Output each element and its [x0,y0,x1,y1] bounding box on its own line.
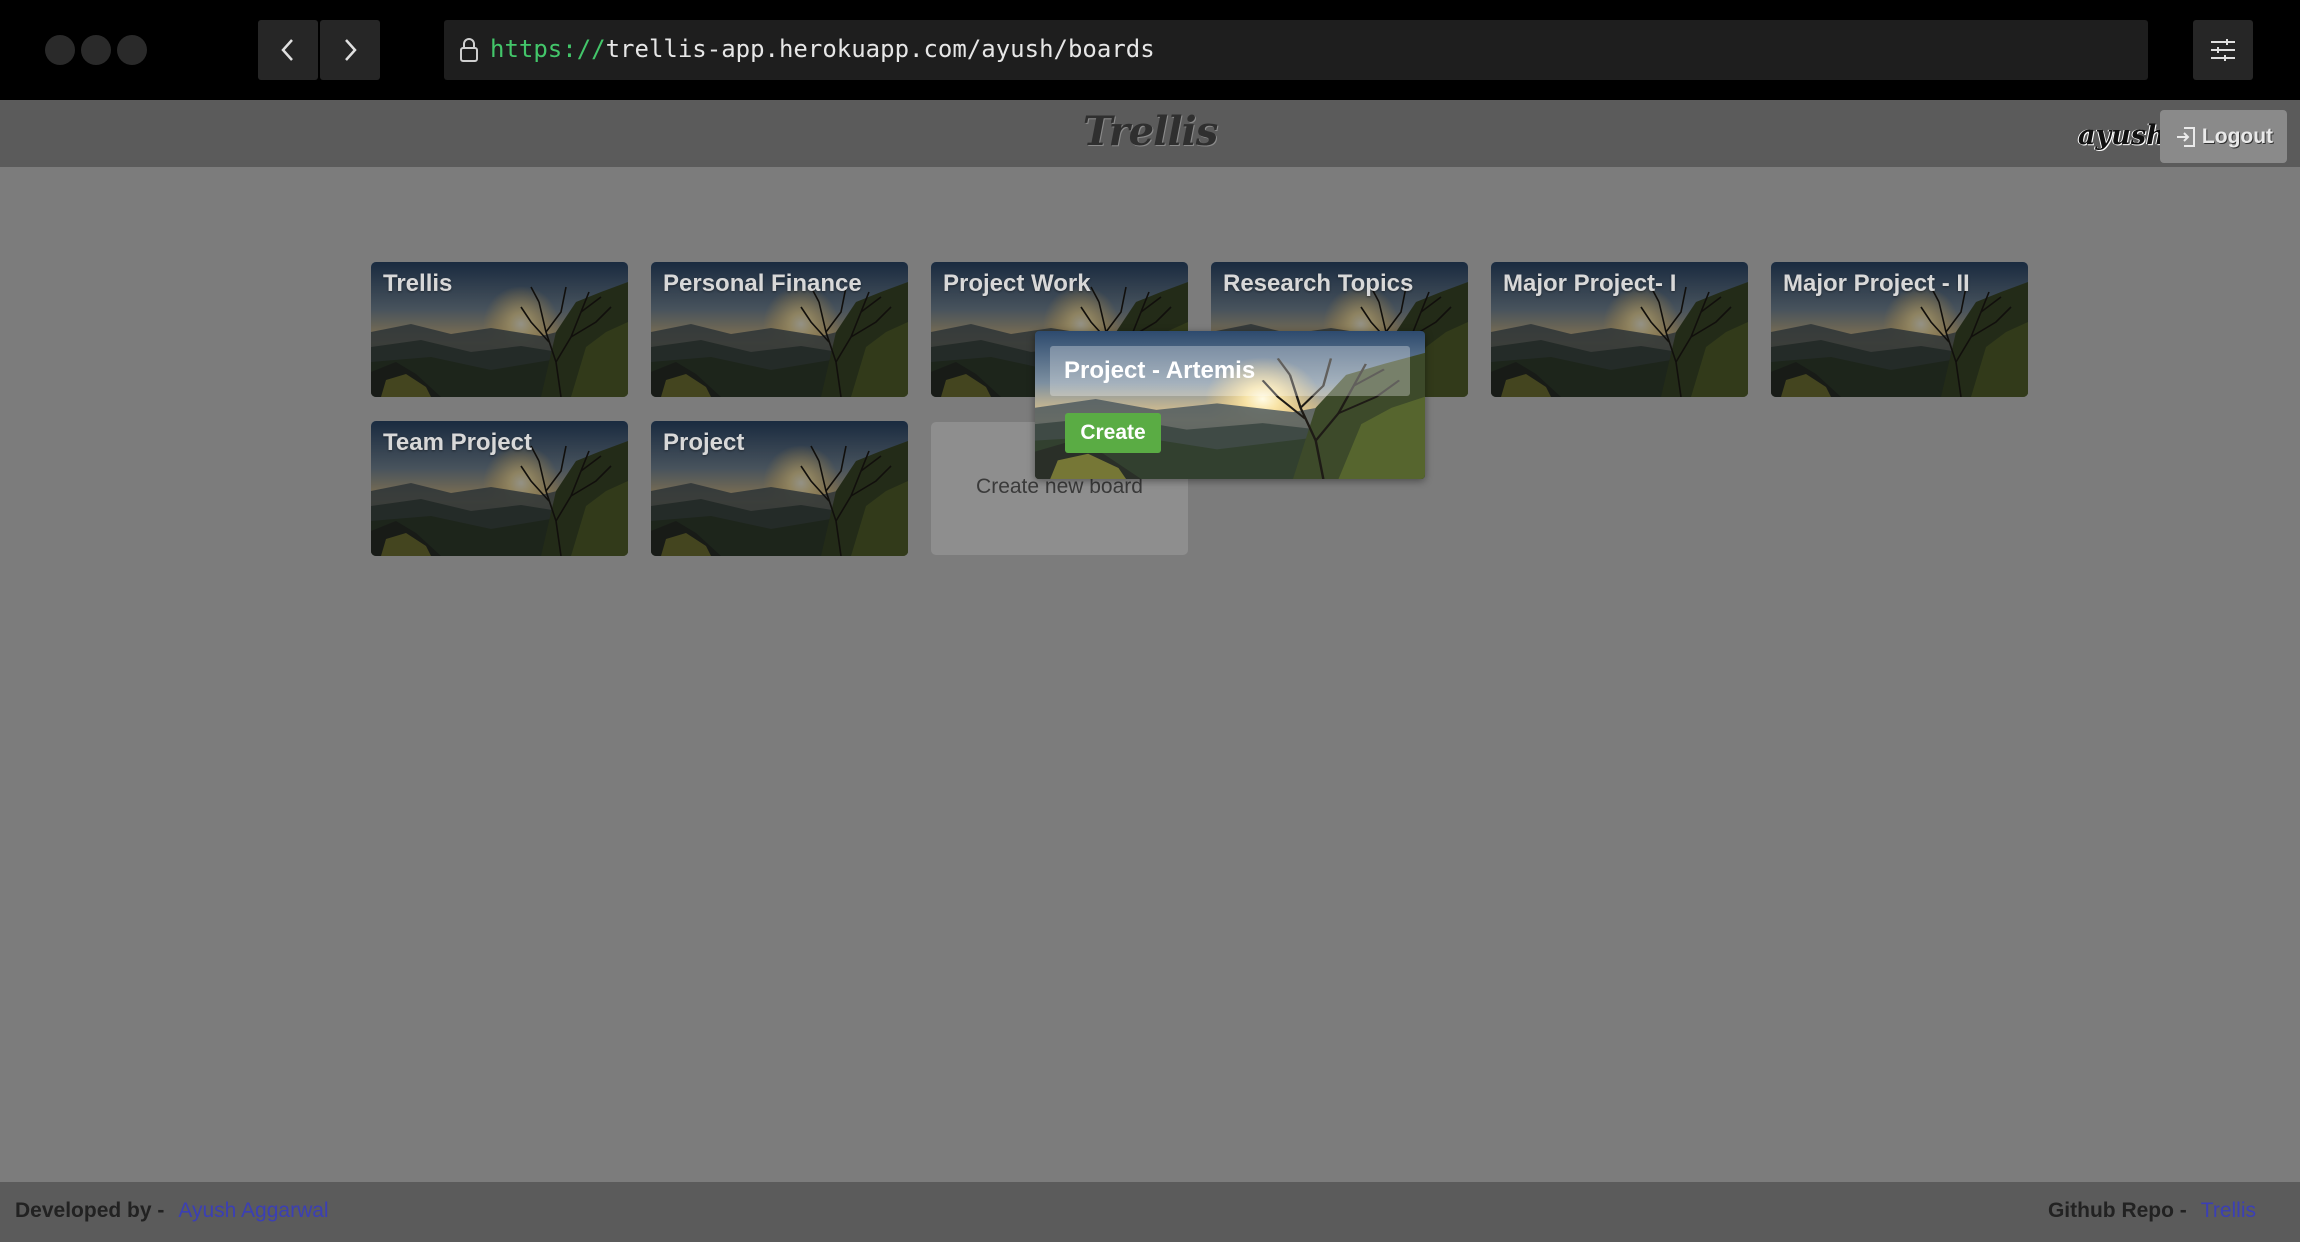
forward-button[interactable] [320,20,380,80]
board-tile[interactable]: Personal Finance [651,262,908,397]
create-button[interactable]: Create [1065,413,1161,453]
browser-chrome: https://trellis-app.herokuapp.com/ayush/… [0,0,2300,100]
sliders-icon [2211,39,2235,61]
board-title: Team Project [383,429,532,456]
developed-by-label: Developed by - [15,1199,165,1222]
app-header: Trellis ayush Logout [0,100,2300,167]
url-protocol: https:// [490,35,606,63]
chevron-right-icon [345,39,357,61]
username: ayush [2078,120,2166,151]
developer-link[interactable]: Ayush Aggarwal [178,1199,328,1222]
address-bar[interactable]: https://trellis-app.herokuapp.com/ayush/… [444,20,2148,80]
back-button[interactable] [258,20,318,80]
logout-icon [2176,126,2195,147]
window-close-dot[interactable] [45,35,75,65]
window-minimize-dot[interactable] [81,35,111,65]
board-title: Major Project- I [1503,270,1677,297]
board-title: Major Project - II [1783,270,1970,297]
brand-logo[interactable]: Trellis [0,108,2300,155]
board-title: Project [663,429,745,456]
board-title: Research Topics [1223,270,1414,297]
footer-repo: Github Repo - Trellis [2048,1199,2256,1223]
board-tile[interactable]: Trellis [371,262,628,397]
url-path: trellis-app.herokuapp.com/ayush/boards [605,35,1155,63]
repo-link[interactable]: Trellis [2201,1199,2256,1222]
logout-button[interactable]: Logout [2160,110,2287,163]
board-title: Personal Finance [663,270,862,297]
board-tile[interactable]: Project [651,421,908,556]
board-name-input[interactable] [1050,346,1410,396]
github-repo-label: Github Repo - [2047,1199,2187,1222]
lock-icon [460,38,478,62]
settings-button[interactable] [2193,20,2253,80]
board-tile[interactable]: Major Project - II [1771,262,2028,397]
chevron-left-icon [281,39,293,61]
board-tile[interactable]: Team Project [371,421,628,556]
window-maximize-dot[interactable] [117,35,147,65]
board-title: Trellis [383,270,453,297]
board-title: Project Work [943,270,1091,297]
board-tile[interactable]: Major Project- I [1491,262,1748,397]
url-text: https://trellis-app.herokuapp.com/ayush/… [490,35,1155,63]
create-board-popup: Create [1035,331,1425,479]
logout-label: Logout [2201,124,2274,148]
footer: Developed by - Ayush Aggarwal Github Repo… [0,1182,2300,1242]
footer-credits: Developed by - Ayush Aggarwal [15,1199,329,1223]
